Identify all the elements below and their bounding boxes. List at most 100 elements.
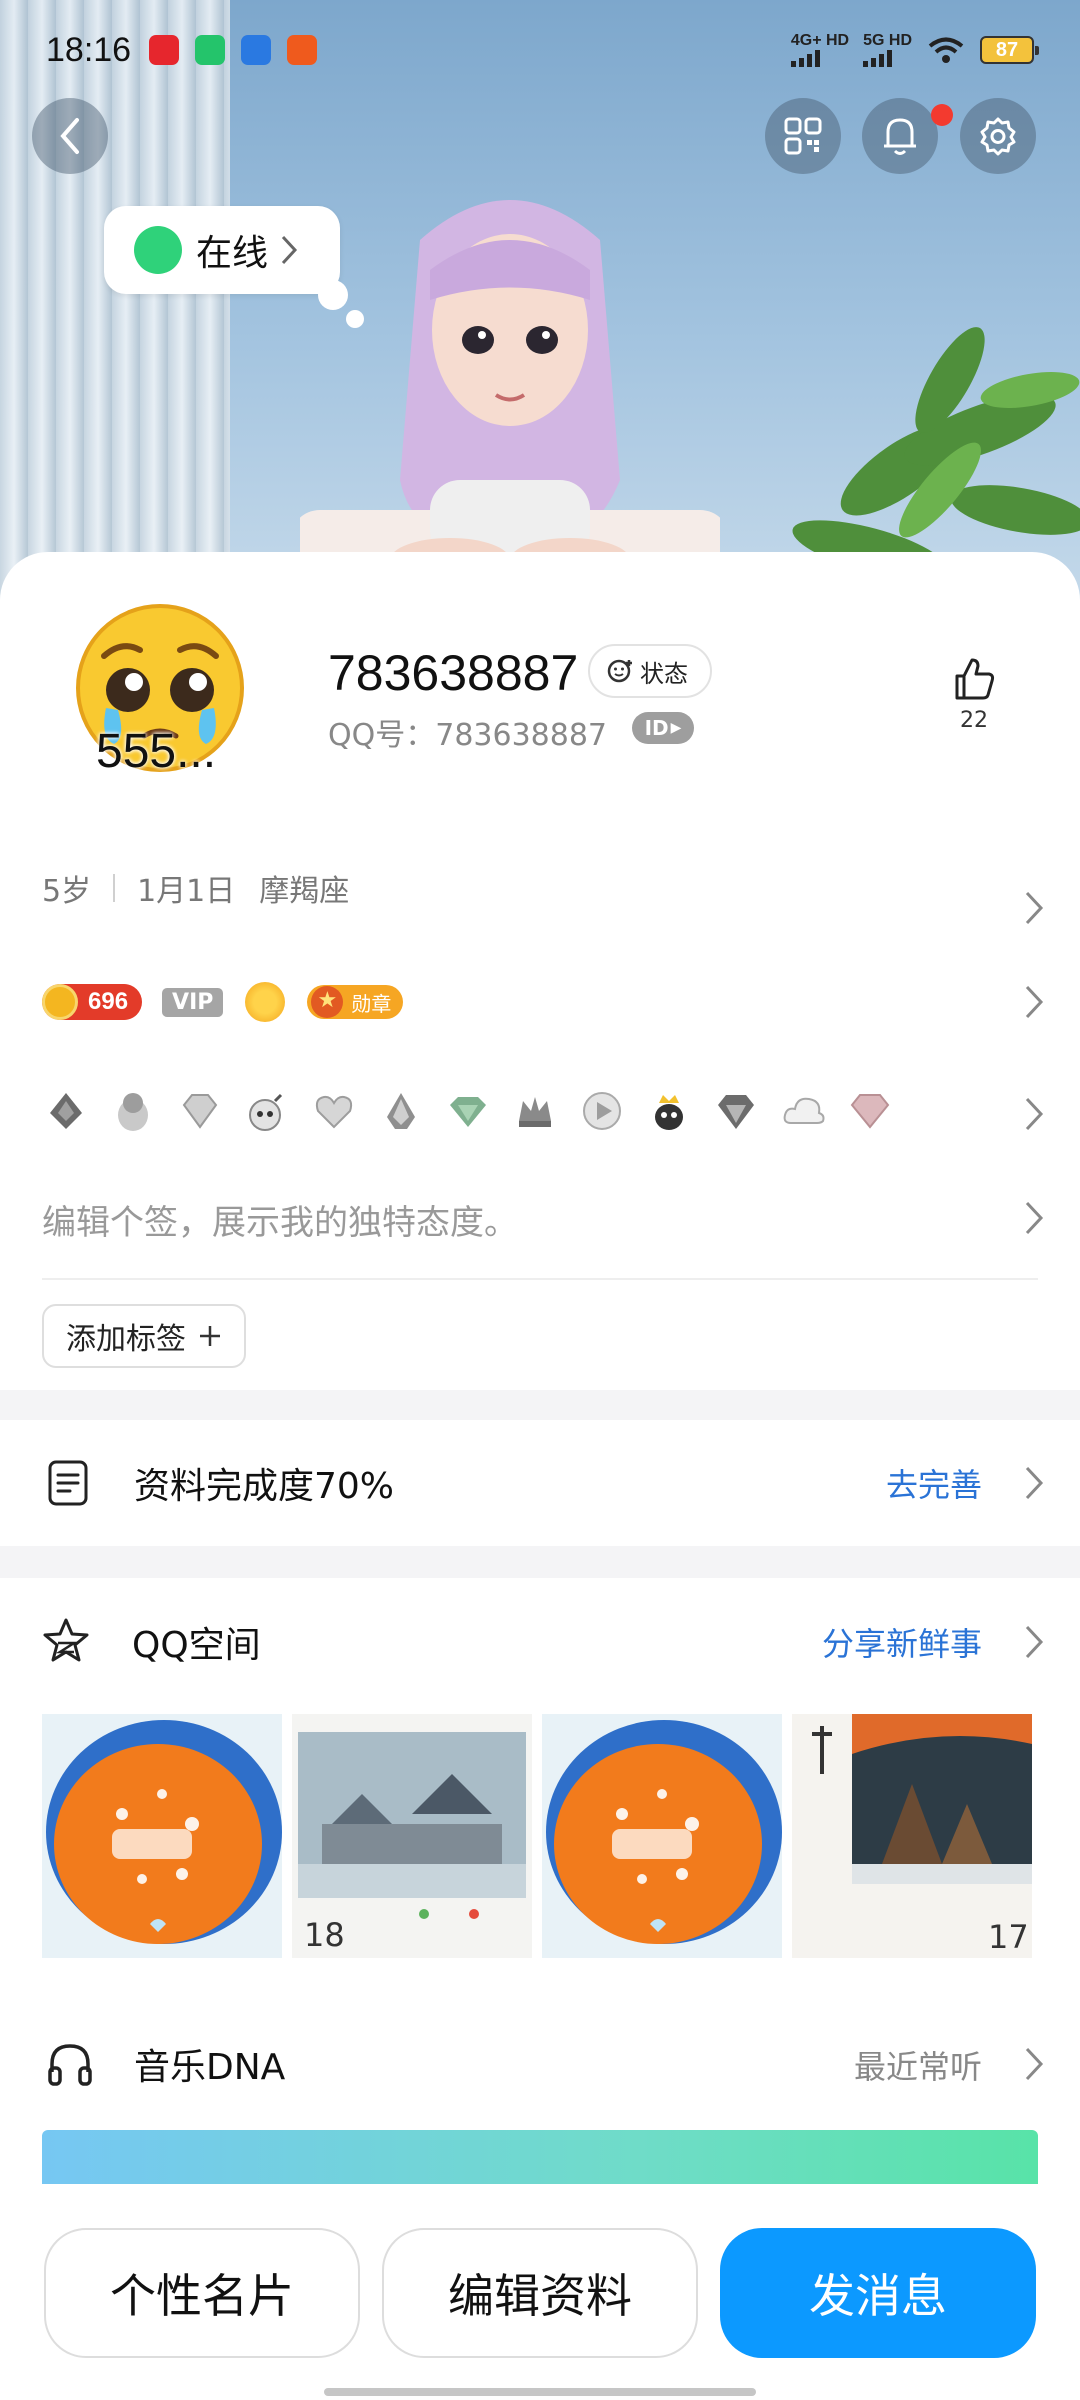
chevron-left-icon bbox=[60, 118, 79, 154]
music-dna-banner[interactable] bbox=[42, 2130, 1038, 2190]
chevron-right-icon bbox=[1025, 2047, 1044, 2081]
bomb-face-icon bbox=[249, 1093, 283, 1131]
music-dna-title: 音乐DNA bbox=[134, 2047, 286, 2088]
crystal-icon bbox=[387, 1093, 415, 1129]
status-face-plus-icon bbox=[607, 659, 632, 683]
level-badges-row[interactable]: 696 VIP ★ 勋章 bbox=[42, 980, 1040, 1024]
achievement-icons-row[interactable] bbox=[42, 1084, 1040, 1138]
chevron-right-icon bbox=[281, 235, 298, 265]
avatar-3d-character[interactable] bbox=[300, 180, 720, 600]
recently-played-link[interactable]: 最近常听 bbox=[854, 2042, 982, 2088]
signal-sim2-icon: 5G HD bbox=[863, 33, 912, 67]
status-bar: 18:16 4G+ HD 5G HD 87 bbox=[46, 22, 1039, 78]
bell-icon bbox=[884, 118, 916, 155]
app-notification-icon-2 bbox=[287, 35, 318, 65]
set-status-button[interactable]: 状态 bbox=[588, 644, 712, 698]
qr-code-button[interactable] bbox=[765, 98, 841, 174]
basic-info-row[interactable]: 5岁 1月1日 摩羯座 bbox=[42, 866, 1040, 910]
chevron-right-icon[interactable] bbox=[1024, 1200, 1044, 1236]
diamond-icon bbox=[182, 1094, 218, 1129]
photo-4-date: 17 bbox=[988, 1918, 1029, 1956]
play-icon bbox=[583, 1092, 621, 1130]
qzone-photo-4[interactable]: 17 bbox=[792, 1714, 1032, 1958]
penguin-icon bbox=[118, 1093, 148, 1131]
profile-card-label: 个性名片 bbox=[110, 2269, 294, 2323]
coin-value: 696 bbox=[88, 988, 129, 1015]
edit-profile-label: 编辑资料 bbox=[448, 2269, 632, 2323]
id-badge[interactable]: ID ▶ bbox=[632, 712, 694, 744]
thumbs-up-icon bbox=[955, 658, 995, 700]
thought-bubble-dot bbox=[318, 280, 348, 310]
green-gem-icon bbox=[450, 1097, 486, 1127]
profile-cover[interactable]: 18:16 4G+ HD 5G HD 87 在线 bbox=[0, 0, 1080, 600]
wifi-icon bbox=[928, 37, 964, 63]
chevron-right-icon bbox=[1025, 1466, 1044, 1500]
clock: 18:16 bbox=[46, 30, 132, 69]
qzone-photo-3[interactable] bbox=[542, 1714, 782, 1958]
signature-row[interactable]: 编辑个签，展示我的独特态度。 bbox=[42, 1194, 1040, 1244]
signal-sim1-icon: 4G+ HD bbox=[790, 32, 850, 67]
divider bbox=[42, 1278, 1038, 1280]
xiaohongshu-notification-icon bbox=[149, 35, 180, 65]
avatar-caption: 555... bbox=[96, 725, 217, 778]
telecom-notification-icon bbox=[241, 35, 272, 65]
online-status-label: 在线 bbox=[196, 233, 269, 274]
profile-card: 555... 783638887 状态 QQ号：783638887 ID ▶ 2… bbox=[0, 552, 1080, 2400]
info-divider bbox=[113, 874, 116, 902]
bottom-action-bar: 个性名片 编辑资料 发消息 bbox=[0, 2184, 1080, 2400]
cloud-icon bbox=[783, 1097, 825, 1124]
chevron-right-icon[interactable] bbox=[1024, 984, 1044, 1020]
zodiac: 摩羯座 bbox=[259, 874, 350, 909]
medal-label: 勋章 bbox=[351, 991, 392, 1016]
online-dot-icon bbox=[134, 226, 182, 274]
pink-diamond-icon bbox=[850, 1094, 890, 1129]
medal-badge: ★ 勋章 bbox=[307, 985, 404, 1019]
qzone-header-row[interactable]: QQ空间 分享新鲜事 bbox=[0, 1578, 1080, 1706]
like-count: 22 bbox=[960, 708, 988, 733]
section-gap bbox=[0, 1390, 1080, 1420]
cover-curtain bbox=[0, 0, 230, 600]
like-button[interactable]: 22 bbox=[944, 656, 1004, 733]
home-indicator[interactable] bbox=[324, 2388, 756, 2396]
completion-title: 资料完成度70% bbox=[134, 1466, 395, 1507]
online-status-button[interactable]: 在线 bbox=[104, 206, 340, 294]
sun-level-icon bbox=[245, 982, 286, 1022]
complete-profile-link[interactable]: 去完善 bbox=[886, 1460, 982, 1506]
qq-level-badge: 696 bbox=[42, 984, 143, 1020]
qq-number[interactable]: QQ号：783638887 bbox=[328, 710, 607, 754]
document-icon bbox=[48, 1460, 88, 1506]
app-notification-icon bbox=[195, 35, 226, 65]
headphones-icon bbox=[48, 2044, 92, 2086]
edit-profile-button[interactable]: 编辑资料 bbox=[382, 2228, 698, 2358]
penguin-crown-icon bbox=[50, 1093, 82, 1129]
qzone-photo-1[interactable] bbox=[42, 1714, 282, 1958]
penguin-king-icon bbox=[655, 1095, 683, 1130]
nickname: 783638887 bbox=[328, 645, 579, 701]
signature-placeholder: 编辑个签，展示我的独特态度。 bbox=[42, 1202, 518, 1243]
back-button[interactable] bbox=[32, 98, 108, 174]
thought-bubble-dot-small bbox=[346, 310, 364, 328]
sim1-label: 4G+ HD bbox=[790, 32, 850, 49]
section-gap bbox=[0, 1546, 1080, 1578]
plus-icon bbox=[200, 1326, 220, 1346]
settings-button[interactable] bbox=[960, 98, 1036, 174]
age: 5岁 bbox=[42, 874, 92, 909]
crown-gem-icon bbox=[519, 1097, 551, 1127]
id-chevron-icon: ▶ bbox=[670, 720, 682, 736]
sim2-label: 5G HD bbox=[863, 32, 912, 49]
add-tag-label: 添加标签 bbox=[66, 1322, 186, 1357]
send-message-label: 发消息 bbox=[809, 2269, 947, 2323]
music-dna-row[interactable]: 音乐DNA 最近常听 bbox=[0, 2006, 1080, 2122]
qzone-title: QQ空间 bbox=[132, 1625, 261, 1666]
notifications-button[interactable] bbox=[862, 98, 938, 174]
profile-completion-row[interactable]: 资料完成度70% 去完善 bbox=[0, 1420, 1080, 1546]
profile-card-button[interactable]: 个性名片 bbox=[44, 2228, 360, 2358]
send-message-button[interactable]: 发消息 bbox=[720, 2228, 1036, 2358]
share-news-link[interactable]: 分享新鲜事 bbox=[822, 1619, 982, 1665]
vip-badge: VIP bbox=[162, 987, 224, 1017]
photo-2-date: 18 bbox=[304, 1916, 345, 1954]
chevron-right-icon[interactable] bbox=[1024, 1096, 1044, 1132]
qzone-photo-2[interactable]: 18 bbox=[292, 1714, 532, 1958]
chevron-right-icon[interactable] bbox=[1024, 890, 1044, 926]
add-tag-button[interactable]: 添加标签 bbox=[42, 1304, 246, 1368]
